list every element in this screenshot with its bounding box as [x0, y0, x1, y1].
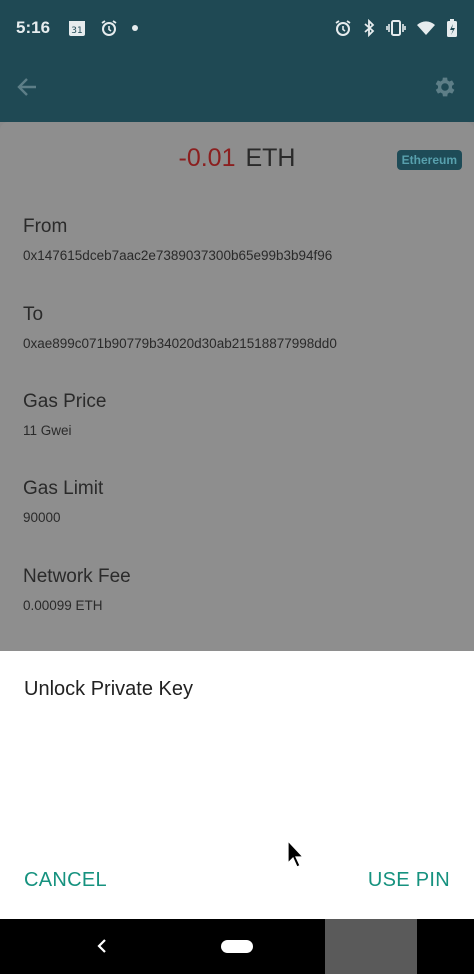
calendar-day: 31	[71, 26, 82, 36]
settings-gear-icon[interactable]	[432, 74, 458, 105]
amount-currency: ETH	[245, 144, 296, 172]
battery-icon	[446, 18, 458, 38]
cancel-button[interactable]: CANCEL	[24, 869, 107, 892]
bluetooth-icon	[362, 19, 376, 37]
app-bar	[0, 56, 474, 122]
vibrate-icon	[386, 19, 406, 37]
dialog-title: Unlock Private Key	[24, 678, 193, 700]
field-value: 11 Gwei	[23, 423, 72, 438]
alarm-icon	[100, 19, 118, 37]
field-value: 0x147615dceb7aac2e7389037300b65e99b3b94f…	[23, 248, 333, 263]
navigation-bar	[0, 919, 474, 974]
status-time: 5:16	[16, 18, 51, 37]
transaction-card: -0.01 ETH Ethereum From 0x147615dceb7aac2…	[0, 122, 474, 652]
field-to: To 0xae899c071b90779b34020d30ab215188779…	[23, 304, 463, 351]
field-gas-price: Gas Price 11 Gwei	[23, 391, 463, 438]
network-badge: Ethereum	[396, 150, 462, 170]
transaction-details: -0.01 ETH Ethereum From 0x147615dceb7aac2…	[0, 122, 474, 652]
field-from: From 0x147615dceb7aac2e7389037300b65e99b…	[23, 216, 463, 263]
field-label: Network Fee	[23, 566, 131, 587]
field-gas-limit: Gas Limit 90000	[23, 478, 463, 525]
field-label: Gas Price	[23, 391, 107, 412]
alarm-icon	[334, 19, 352, 37]
field-value: 0.00099 ETH	[23, 598, 103, 613]
back-arrow-icon[interactable]	[16, 76, 38, 103]
field-value: 90000	[23, 510, 61, 525]
field-label: To	[23, 304, 44, 325]
status-bar: 5:16 31	[0, 0, 474, 56]
amount-value: -0.01	[178, 144, 236, 172]
field-network-fee: Network Fee 0.00099 ETH	[23, 566, 463, 613]
use-pin-button[interactable]: USE PIN	[368, 869, 450, 892]
nav-home-pill[interactable]	[221, 940, 253, 953]
nav-back-icon[interactable]	[95, 936, 109, 961]
field-value: 0xae899c071b90779b34020d30ab21518877998d…	[23, 336, 337, 351]
wifi-icon	[416, 19, 436, 37]
mouse-cursor-icon	[287, 839, 305, 873]
field-label: Gas Limit	[23, 478, 104, 499]
status-icons	[324, 18, 458, 38]
nav-recents-area[interactable]	[325, 919, 417, 974]
notification-dot-icon	[132, 25, 139, 31]
field-label: From	[23, 216, 68, 237]
unlock-dialog: Unlock Private Key CANCEL USE PIN	[0, 651, 474, 919]
calendar-icon: 31	[68, 19, 86, 37]
